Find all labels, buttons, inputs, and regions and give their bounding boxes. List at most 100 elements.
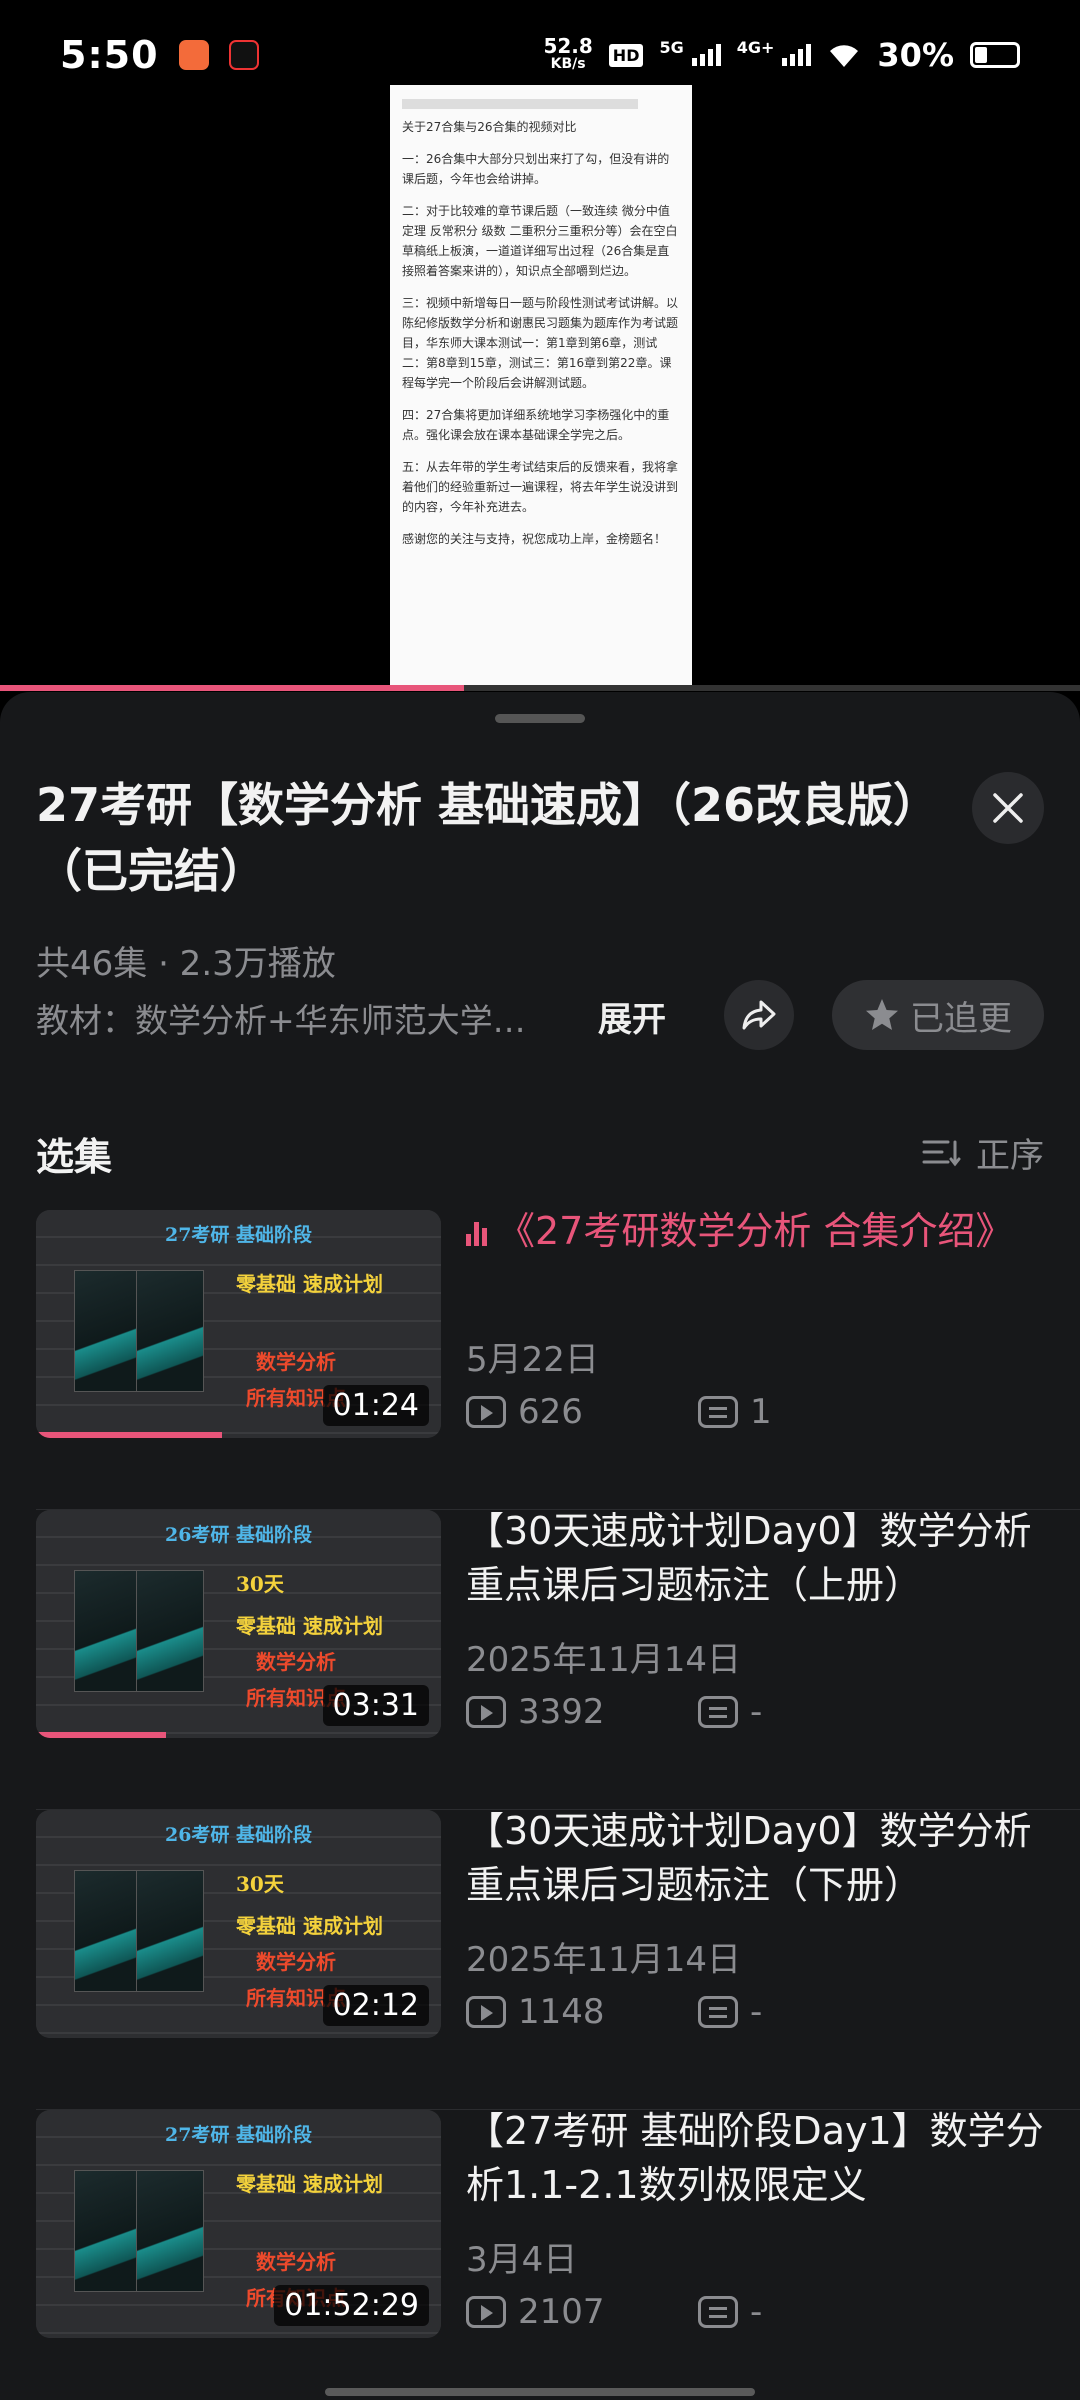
episode-duration: 02:12 <box>322 1985 429 2026</box>
video-progress-fill <box>0 685 465 691</box>
play-count-icon <box>466 1396 506 1428</box>
thumb-line-3: 数学分析 <box>256 1950 336 1974</box>
episode-title-text: 《27考研数学分析 合集介绍》 <box>497 1209 1014 1253</box>
doc-line: 二：对于比较难的章节课后题（一致连续 微分中值定理 反常积分 级数 二重积分三重… <box>402 204 678 278</box>
thumb-book <box>136 1870 204 1992</box>
thumb-book <box>74 1570 142 1692</box>
expand-button[interactable]: 展开 <box>598 992 666 1041</box>
episode-title[interactable]: 【30天速成计划Day0】数学分析 重点课后习题标注（上册） <box>466 1504 1056 1612</box>
close-icon <box>993 793 1023 823</box>
doc-line: 三：视频中新增每日一题与阶段性测试考试讲解。以陈纪修版数学分析和谢惠民习题集为题… <box>402 296 679 390</box>
doc-line: 感谢您的关注与支持，祝您成功上岸，金榜题名！ <box>402 532 667 546</box>
play-count-icon <box>466 1996 506 2028</box>
sort-label: 正序 <box>976 1136 1044 1176</box>
watched-progress <box>36 1432 223 1438</box>
drag-handle[interactable] <box>495 714 585 723</box>
list-item[interactable]: 27考研 基础阶段 零基础 速成计划 数学分析 所有知识点 01:52:29 【… <box>0 2109 1080 2400</box>
thumb-book <box>74 2170 142 2292</box>
thumb-line-3: 数学分析 <box>256 1350 336 1374</box>
share-icon <box>742 1000 776 1030</box>
comment-icon <box>698 1696 738 1728</box>
episode-title-text: 【30天速成计划Day0】数学分析 重点课后习题标注（上册） <box>466 1509 1032 1607</box>
episode-title[interactable]: 【30天速成计划Day0】数学分析 重点课后习题标注（下册） <box>466 1804 1056 1912</box>
home-indicator <box>325 2388 755 2396</box>
episode-date: 2025年11月14日 <box>466 1940 742 1980</box>
comment-count: - <box>750 2292 763 2332</box>
play-count: 1148 <box>518 1992 605 2032</box>
thumb-heading: 27考研 基础阶段 <box>164 2124 313 2146</box>
list-item[interactable]: 27考研 基础阶段 零基础 速成计划 数学分析 所有知识点 01:24 《27考… <box>0 1209 1080 1510</box>
thumb-book <box>74 1270 142 1392</box>
episode-title[interactable]: 《27考研数学分析 合集介绍》 <box>466 1204 1056 1258</box>
play-count-icon <box>466 2296 506 2328</box>
episode-date: 5月22日 <box>466 1340 599 1380</box>
episode-stats: 626 1 <box>466 1392 930 1432</box>
thumb-line-1: 30天 <box>236 1872 284 1896</box>
episode-thumbnail[interactable]: 26考研 基础阶段 30天 零基础 速成计划 数学分析 所有知识点 02:12 <box>36 1810 441 2038</box>
thumb-book <box>136 1270 204 1392</box>
episode-title-text: 【27考研 基础阶段Day1】数学分析1.1-2.1数列极限定义 <box>466 2109 1044 2207</box>
doc-line: 一：26合集中大部分只划出来打了勾，但没有讲的课后题，今年也会给讲掉。 <box>402 152 670 186</box>
share-button[interactable] <box>724 980 794 1050</box>
episode-stats: 2107 - <box>466 2292 930 2332</box>
series-title: 27考研【数学分析 基础速成】（26改良版）（已完结） <box>36 778 917 898</box>
series-textbook: 教材：数学分析+华东师范大学… <box>36 1001 526 1040</box>
star-icon <box>866 999 898 1030</box>
play-count: 2107 <box>518 2292 605 2332</box>
episode-list: 27考研 基础阶段 零基础 速成计划 数学分析 所有知识点 01:24 《27考… <box>0 1209 1080 2400</box>
sort-icon <box>922 1140 961 1166</box>
episode-title[interactable]: 【27考研 基础阶段Day1】数学分析1.1-2.1数列极限定义 <box>466 2104 1056 2212</box>
doc-line: 四：27合集将更加详细系统地学习李杨强化中的重点。强化课会放在课本基础课全学完之… <box>402 408 670 442</box>
series-meta: 共46集 · 2.3万播放 <box>36 944 336 984</box>
episode-thumbnail[interactable]: 27考研 基础阶段 零基础 速成计划 数学分析 所有知识点 01:24 <box>36 1210 441 1438</box>
video-progress-bar[interactable] <box>0 685 1080 691</box>
episode-date: 3月4日 <box>466 2240 578 2280</box>
thumb-book <box>74 1870 142 1992</box>
comment-icon <box>698 1396 738 1428</box>
follow-label: 已追更 <box>910 998 1012 1039</box>
thumb-book <box>136 1570 204 1692</box>
section-title: 选集 <box>36 1135 113 1179</box>
doc-line: 关于27合集与26合集的视频对比 <box>402 120 577 134</box>
thumb-heading: 26考研 基础阶段 <box>164 1824 313 1846</box>
comment-icon <box>698 1996 738 2028</box>
episode-duration: 03:31 <box>322 1685 429 1726</box>
watched-progress <box>36 1732 166 1738</box>
thumb-line-1: 零基础 速成计划 <box>236 1272 383 1296</box>
play-count: 626 <box>518 1392 583 1432</box>
close-button[interactable] <box>972 772 1044 844</box>
video-frame-document: 关于27合集与26合集的视频对比 一：26合集中大部分只划出来打了勾，但没有讲的… <box>390 85 692 690</box>
video-player[interactable]: 关于27合集与26合集的视频对比 一：26合集中大部分只划出来打了勾，但没有讲的… <box>0 0 1080 692</box>
equalizer-icon <box>466 1220 487 1246</box>
list-item[interactable]: 26考研 基础阶段 30天 零基础 速成计划 数学分析 所有知识点 03:31 … <box>0 1509 1080 1810</box>
thumb-line-2: 零基础 速成计划 <box>236 1614 383 1638</box>
comment-count: - <box>750 1992 763 2032</box>
play-count-icon <box>466 1696 506 1728</box>
list-item[interactable]: 26考研 基础阶段 30天 零基础 速成计划 数学分析 所有知识点 02:12 … <box>0 1809 1080 2110</box>
episode-thumbnail[interactable]: 27考研 基础阶段 零基础 速成计划 数学分析 所有知识点 01:52:29 <box>36 2110 441 2338</box>
thumb-line-3: 数学分析 <box>256 2250 336 2274</box>
comment-count: 1 <box>750 1392 772 1432</box>
episode-stats: 3392 - <box>466 1692 930 1732</box>
episode-duration: 01:24 <box>322 1385 429 1426</box>
comment-icon <box>698 2296 738 2328</box>
comment-count: - <box>750 1692 763 1732</box>
episode-duration: 01:52:29 <box>274 2285 429 2326</box>
episode-stats: 1148 - <box>466 1992 930 2032</box>
thumb-book <box>136 2170 204 2292</box>
thumb-line-3: 数学分析 <box>256 1650 336 1674</box>
sort-button[interactable]: 正序 <box>922 1128 1044 1177</box>
thumb-line-1: 30天 <box>236 1572 284 1596</box>
doc-line: 五：从去年带的学生考试结束后的反馈来看，我将拿着他们的经验重新过一遍课程，将去年… <box>402 460 679 514</box>
episode-title-text: 【30天速成计划Day0】数学分析 重点课后习题标注（下册） <box>466 1809 1032 1907</box>
thumb-heading: 26考研 基础阶段 <box>164 1524 313 1546</box>
doc-blurred-header <box>402 99 639 109</box>
thumb-line-1: 零基础 速成计划 <box>236 2172 383 2196</box>
play-count: 3392 <box>518 1692 605 1732</box>
thumb-line-2: 零基础 速成计划 <box>236 1914 383 1938</box>
episode-sheet: 27考研【数学分析 基础速成】（26改良版）（已完结） 共46集 · 2.3万播… <box>0 692 1080 2400</box>
episode-thumbnail[interactable]: 26考研 基础阶段 30天 零基础 速成计划 数学分析 所有知识点 03:31 <box>36 1510 441 1738</box>
thumb-heading: 27考研 基础阶段 <box>164 1224 313 1246</box>
episode-date: 2025年11月14日 <box>466 1640 742 1680</box>
follow-button[interactable]: 已追更 <box>832 980 1044 1050</box>
